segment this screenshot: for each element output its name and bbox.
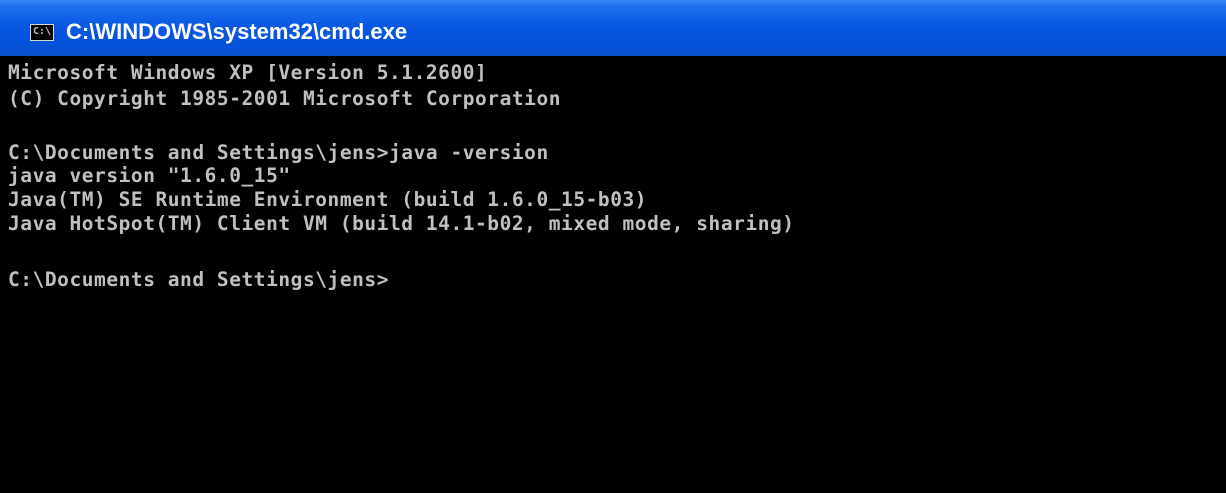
cmd-window: C:\ C:\WINDOWS\system32\cmd.exe Microsof… (0, 0, 1226, 493)
console-line-5: java version "1.6.0_15" (8, 164, 291, 187)
console-line-6: Java(TM) SE Runtime Environment (build 1… (8, 188, 648, 211)
console-line-2: (C) Copyright 1985-2001 Microsoft Corpor… (8, 87, 562, 110)
title-bar[interactable]: C:\ C:\WINDOWS\system32\cmd.exe (0, 0, 1226, 56)
window-title: C:\WINDOWS\system32\cmd.exe (66, 19, 408, 44)
console-output[interactable]: Microsoft Windows XP [Version 5.1.2600] … (8, 62, 1220, 492)
console-prompt[interactable]: C:\Documents and Settings\jens> (8, 269, 389, 291)
cmd-console-icon[interactable]: C:\ (30, 24, 54, 41)
console-line-4: C:\Documents and Settings\jens>java -ver… (8, 141, 549, 164)
console-line-7: Java HotSpot(TM) Client VM (build 14.1-b… (8, 212, 795, 235)
console-line-1: Microsoft Windows XP [Version 5.1.2600] (8, 61, 488, 84)
cmd-icon-glyph: C:\ (33, 26, 52, 37)
